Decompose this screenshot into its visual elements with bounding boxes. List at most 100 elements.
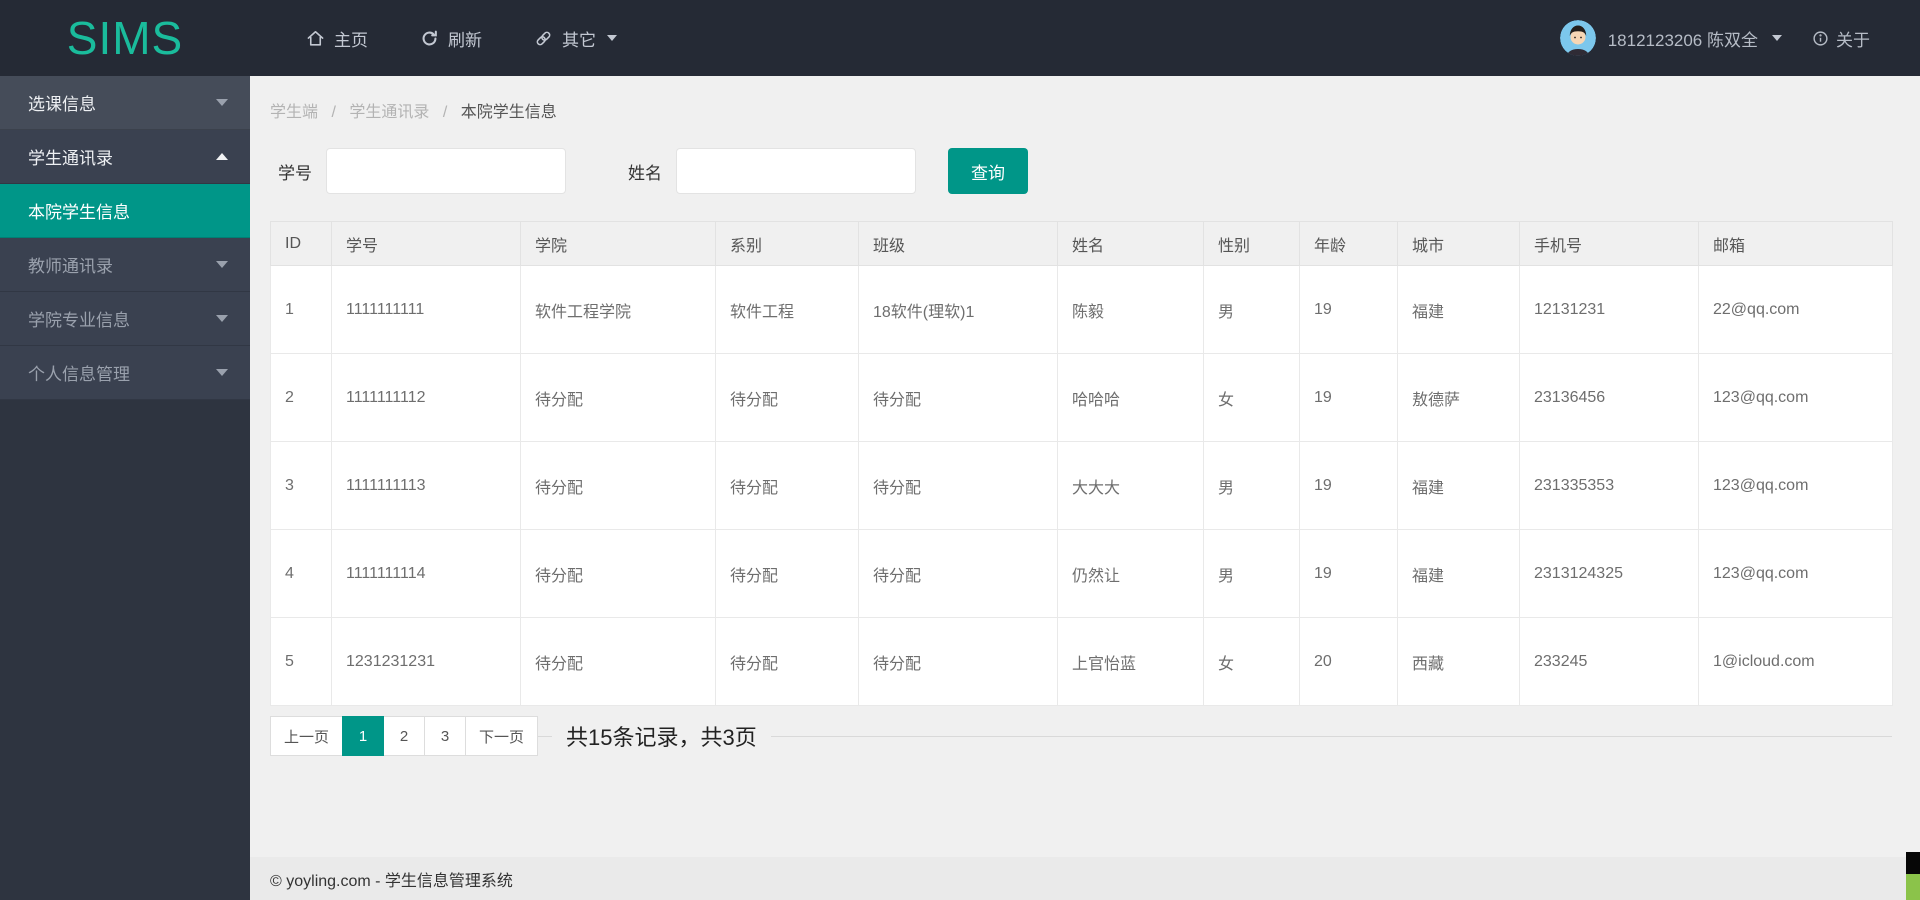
navbar-menu: 主页 刷新 其它 <box>306 26 617 51</box>
scrollbar-thumb[interactable] <box>1906 874 1920 900</box>
nav-item-label: 刷新 <box>448 30 482 50</box>
breadcrumb: 学生端 / 学生通讯录 / 本院学生信息 <box>270 98 557 122</box>
page-button-2[interactable]: 2 <box>383 716 426 756</box>
nav-item-about[interactable]: 关于 <box>1812 26 1870 51</box>
table-cell: 19 <box>1299 529 1398 618</box>
column-header: 系别 <box>715 221 859 266</box>
column-header: 城市 <box>1397 221 1520 266</box>
column-header: 手机号 <box>1519 221 1699 266</box>
chevron-down-icon <box>607 35 617 41</box>
table-cell: 待分配 <box>858 617 1058 706</box>
table-cell: 123@qq.com <box>1698 441 1893 530</box>
chevron-up-icon <box>216 153 228 160</box>
navbar-right: 1812123206 陈双全 关于 <box>1559 20 1920 56</box>
sidebar-item-college-students[interactable]: 本院学生信息 <box>0 184 250 238</box>
table-cell: 123@qq.com <box>1698 529 1893 618</box>
table-cell: 女 <box>1203 617 1300 706</box>
sidebar-item-label: 学生通讯录 <box>28 149 113 168</box>
table-cell: 2 <box>270 353 332 442</box>
nav-item-other[interactable]: 其它 <box>534 26 617 51</box>
table-cell: 4 <box>270 529 332 618</box>
table-cell: 19 <box>1299 353 1398 442</box>
table-cell: 18软件(理软)1 <box>858 265 1058 354</box>
table-cell: 19 <box>1299 265 1398 354</box>
about-label: 关于 <box>1836 30 1870 50</box>
column-header: 学院 <box>520 221 716 266</box>
table-cell: 22@qq.com <box>1698 265 1893 354</box>
table-cell: 西藏 <box>1397 617 1520 706</box>
table-row: 3 1111111113 待分配 待分配 待分配 大大大男 19 福建 231335353 123… <box>270 441 1893 530</box>
sidebar-item-student-contacts[interactable]: 学生通讯录 <box>0 130 250 184</box>
breadcrumb-current: 本院学生信息 <box>460 104 557 121</box>
table-cell: 上官怡蓝 <box>1057 617 1204 706</box>
name-input[interactable] <box>676 148 916 194</box>
table-cell: 福建 <box>1397 529 1520 618</box>
info-icon <box>1812 30 1829 47</box>
table-cell: 女 <box>1203 353 1300 442</box>
home-icon <box>306 29 325 48</box>
table-cell: 231335353 <box>1519 441 1699 530</box>
app-logo[interactable]: SIMS <box>0 0 250 76</box>
table-cell: 1111111111 <box>331 265 521 354</box>
footer: © yoyling.com - 学生信息管理系统 <box>250 857 1920 900</box>
table-cell: 1 <box>270 265 332 354</box>
top-navbar: SIMS 主页 刷新 其它 1812123206 陈双全 关于 <box>0 0 1920 76</box>
column-header: 姓名 <box>1057 221 1204 266</box>
table-cell: 1@icloud.com <box>1698 617 1893 706</box>
table-cell: 1111111113 <box>331 441 521 530</box>
chevron-down-icon <box>216 369 228 376</box>
table-cell: 待分配 <box>520 529 716 618</box>
sidebar-item-label: 学院专业信息 <box>28 311 130 330</box>
main-content: 学生端 / 学生通讯录 / 本院学生信息 学号 姓名 查询 ID 学号 学院 系别 班级… <box>250 76 1920 900</box>
table-cell: 23136456 <box>1519 353 1699 442</box>
table-cell: 待分配 <box>715 353 859 442</box>
records-summary: 共15条记录，共3页 <box>552 720 771 752</box>
link-icon <box>534 29 553 48</box>
user-menu[interactable]: 1812123206 陈双全 <box>1559 20 1782 56</box>
nav-item-home[interactable]: 主页 <box>306 26 368 51</box>
student-id-input[interactable] <box>326 148 566 194</box>
query-button[interactable]: 查询 <box>948 148 1028 194</box>
table-row: 4 1111111114 待分配 待分配 待分配 仍然让男 19 福建 2313124325 12… <box>270 529 1893 618</box>
table-cell: 5 <box>270 617 332 706</box>
scrollbar-corner[interactable] <box>1906 852 1920 900</box>
page-button-下一页[interactable]: 下一页 <box>465 716 539 756</box>
breadcrumb-student-contacts[interactable]: 学生通讯录 <box>349 104 429 121</box>
chevron-down-icon <box>216 315 228 322</box>
page-button-1[interactable]: 1 <box>342 716 385 756</box>
sidebar-item-label: 选课信息 <box>28 95 96 114</box>
table-header-row: ID 学号 学院 系别 班级 姓名 性别 年龄 城市 手机号 邮箱 <box>270 221 1893 266</box>
sidebar-item-course-selection[interactable]: 选课信息 <box>0 76 250 130</box>
sidebar-item-teacher-contacts[interactable]: 教师通讯录 <box>0 238 250 292</box>
user-name: 1812123206 陈双全 <box>1607 30 1758 50</box>
table-cell: 敖德萨 <box>1397 353 1520 442</box>
table-cell: 福建 <box>1397 265 1520 354</box>
nav-item-refresh[interactable]: 刷新 <box>420 26 482 51</box>
table-cell: 男 <box>1203 265 1300 354</box>
page-button-3[interactable]: 3 <box>424 716 467 756</box>
column-header: ID <box>270 221 332 266</box>
nav-item-label: 其它 <box>562 30 596 50</box>
table-cell: 陈毅 <box>1057 265 1204 354</box>
breadcrumb-student-side[interactable]: 学生端 <box>270 104 318 121</box>
refresh-icon <box>420 29 439 48</box>
sidebar-item-personal-info[interactable]: 个人信息管理 <box>0 346 250 400</box>
table-cell: 软件工程 <box>715 265 859 354</box>
column-header: 学号 <box>331 221 521 266</box>
column-header: 邮箱 <box>1698 221 1893 266</box>
page-button-上一页[interactable]: 上一页 <box>270 716 344 756</box>
table-cell: 3 <box>270 441 332 530</box>
table-cell: 19 <box>1299 441 1398 530</box>
table-cell: 2313124325 <box>1519 529 1699 618</box>
sidebar-item-college-majors[interactable]: 学院专业信息 <box>0 292 250 346</box>
table-cell: 软件工程学院 <box>520 265 716 354</box>
student-id-label: 学号 <box>278 163 312 183</box>
table-cell: 1111111114 <box>331 529 521 618</box>
sidebar-item-label: 个人信息管理 <box>28 365 130 384</box>
table-cell: 12131231 <box>1519 265 1699 354</box>
footer-text: © yoyling.com - 学生信息管理系统 <box>270 872 513 890</box>
table-cell: 233245 <box>1519 617 1699 706</box>
table-cell: 待分配 <box>520 353 716 442</box>
table-cell: 待分配 <box>520 441 716 530</box>
chevron-down-icon <box>1772 35 1782 41</box>
